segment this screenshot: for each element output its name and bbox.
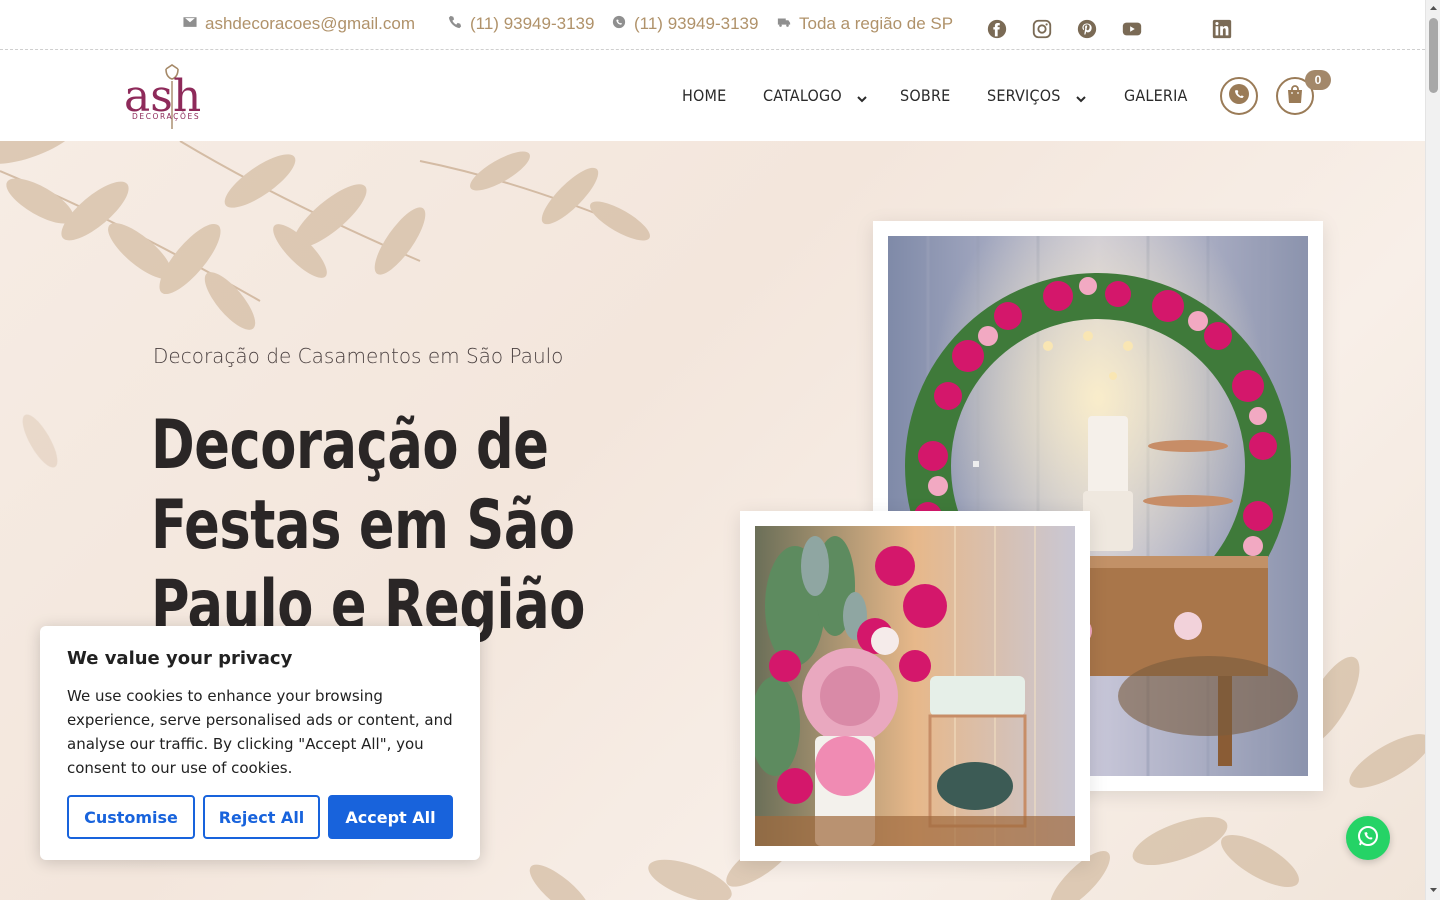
shopping-bag-icon xyxy=(1283,82,1307,111)
nav-galeria[interactable]: GALERIA xyxy=(1124,86,1188,105)
nav-catalogo[interactable]: CATALOGO xyxy=(763,86,868,105)
top-contact-bar: ashdecoracoes@gmail.com (11) 93949-3139 … xyxy=(0,0,1425,50)
scroll-down-arrow-icon xyxy=(1430,888,1437,892)
instagram-icon[interactable] xyxy=(1031,18,1053,40)
youtube-icon[interactable] xyxy=(1121,18,1143,40)
whatsapp-header-button[interactable] xyxy=(1220,77,1258,115)
whatsapp-contact[interactable]: (11) 93949-3139 xyxy=(612,14,758,34)
site-logo[interactable]: ash DECORAÇÕES xyxy=(122,59,226,135)
region-info: Toda a região de SP xyxy=(777,14,953,34)
phone-icon xyxy=(448,14,462,34)
cookie-consent-banner: We value your privacy We use cookies to … xyxy=(40,626,480,860)
nav-sobre-label: SOBRE xyxy=(900,86,951,105)
logo-tagline: DECORAÇÕES xyxy=(132,112,200,121)
nav-servicos[interactable]: SERVIÇOS xyxy=(987,86,1087,105)
email-contact[interactable]: ashdecoracoes@gmail.com xyxy=(183,14,415,34)
nav-home-label: HOME xyxy=(682,86,727,105)
truck-icon xyxy=(777,14,791,34)
facebook-icon[interactable] xyxy=(986,18,1008,40)
linkedin-icon[interactable] xyxy=(1211,18,1233,40)
nav-servicos-label: SERVIÇOS xyxy=(987,86,1061,105)
accept-all-button[interactable]: Accept All xyxy=(328,795,453,839)
hero-photo-small-frame xyxy=(740,511,1090,861)
cookie-title: We value your privacy xyxy=(67,648,293,669)
reject-all-button[interactable]: Reject All xyxy=(203,795,320,839)
cart-count-badge: 0 xyxy=(1305,70,1331,90)
nav-catalogo-label: CATALOGO xyxy=(763,86,842,105)
chevron-down-icon xyxy=(1075,90,1087,102)
site-header: ash DECORAÇÕES HOME CATALOGO SOBRE SERVI… xyxy=(0,51,1425,141)
nav-home[interactable]: HOME xyxy=(682,86,726,105)
chevron-down-icon xyxy=(856,90,868,102)
nav-galeria-label: GALERIA xyxy=(1124,86,1188,105)
scroll-up-arrow-icon xyxy=(1430,6,1437,10)
phone-text: (11) 93949-3139 xyxy=(470,14,595,33)
whatsapp-icon xyxy=(612,14,626,34)
pinterest-icon[interactable] xyxy=(1076,18,1098,40)
region-text: Toda a região de SP xyxy=(799,14,954,33)
customise-button[interactable]: Customise xyxy=(67,795,195,839)
scroll-thumb[interactable] xyxy=(1429,18,1438,93)
email-text: ashdecoracoes@gmail.com xyxy=(205,14,416,33)
whatsapp-icon xyxy=(1356,824,1380,853)
envelope-icon xyxy=(183,14,197,34)
whatsapp-float-button[interactable] xyxy=(1346,816,1390,860)
whatsapp-text: (11) 93949-3139 xyxy=(634,14,759,33)
hero-photo-small xyxy=(755,526,1075,846)
hero-subtitle: Decoração de Casamentos em São Paulo xyxy=(153,344,564,368)
nav-sobre[interactable]: SOBRE xyxy=(900,86,950,105)
whatsapp-icon xyxy=(1227,82,1251,111)
phone-contact[interactable]: (11) 93949-3139 xyxy=(448,14,594,34)
hero-title: Decoração de Festas em São Paulo e Regiã… xyxy=(151,406,585,645)
page-scrollbar[interactable] xyxy=(1425,0,1440,900)
cookie-body: We use cookies to enhance your browsing … xyxy=(67,687,453,777)
